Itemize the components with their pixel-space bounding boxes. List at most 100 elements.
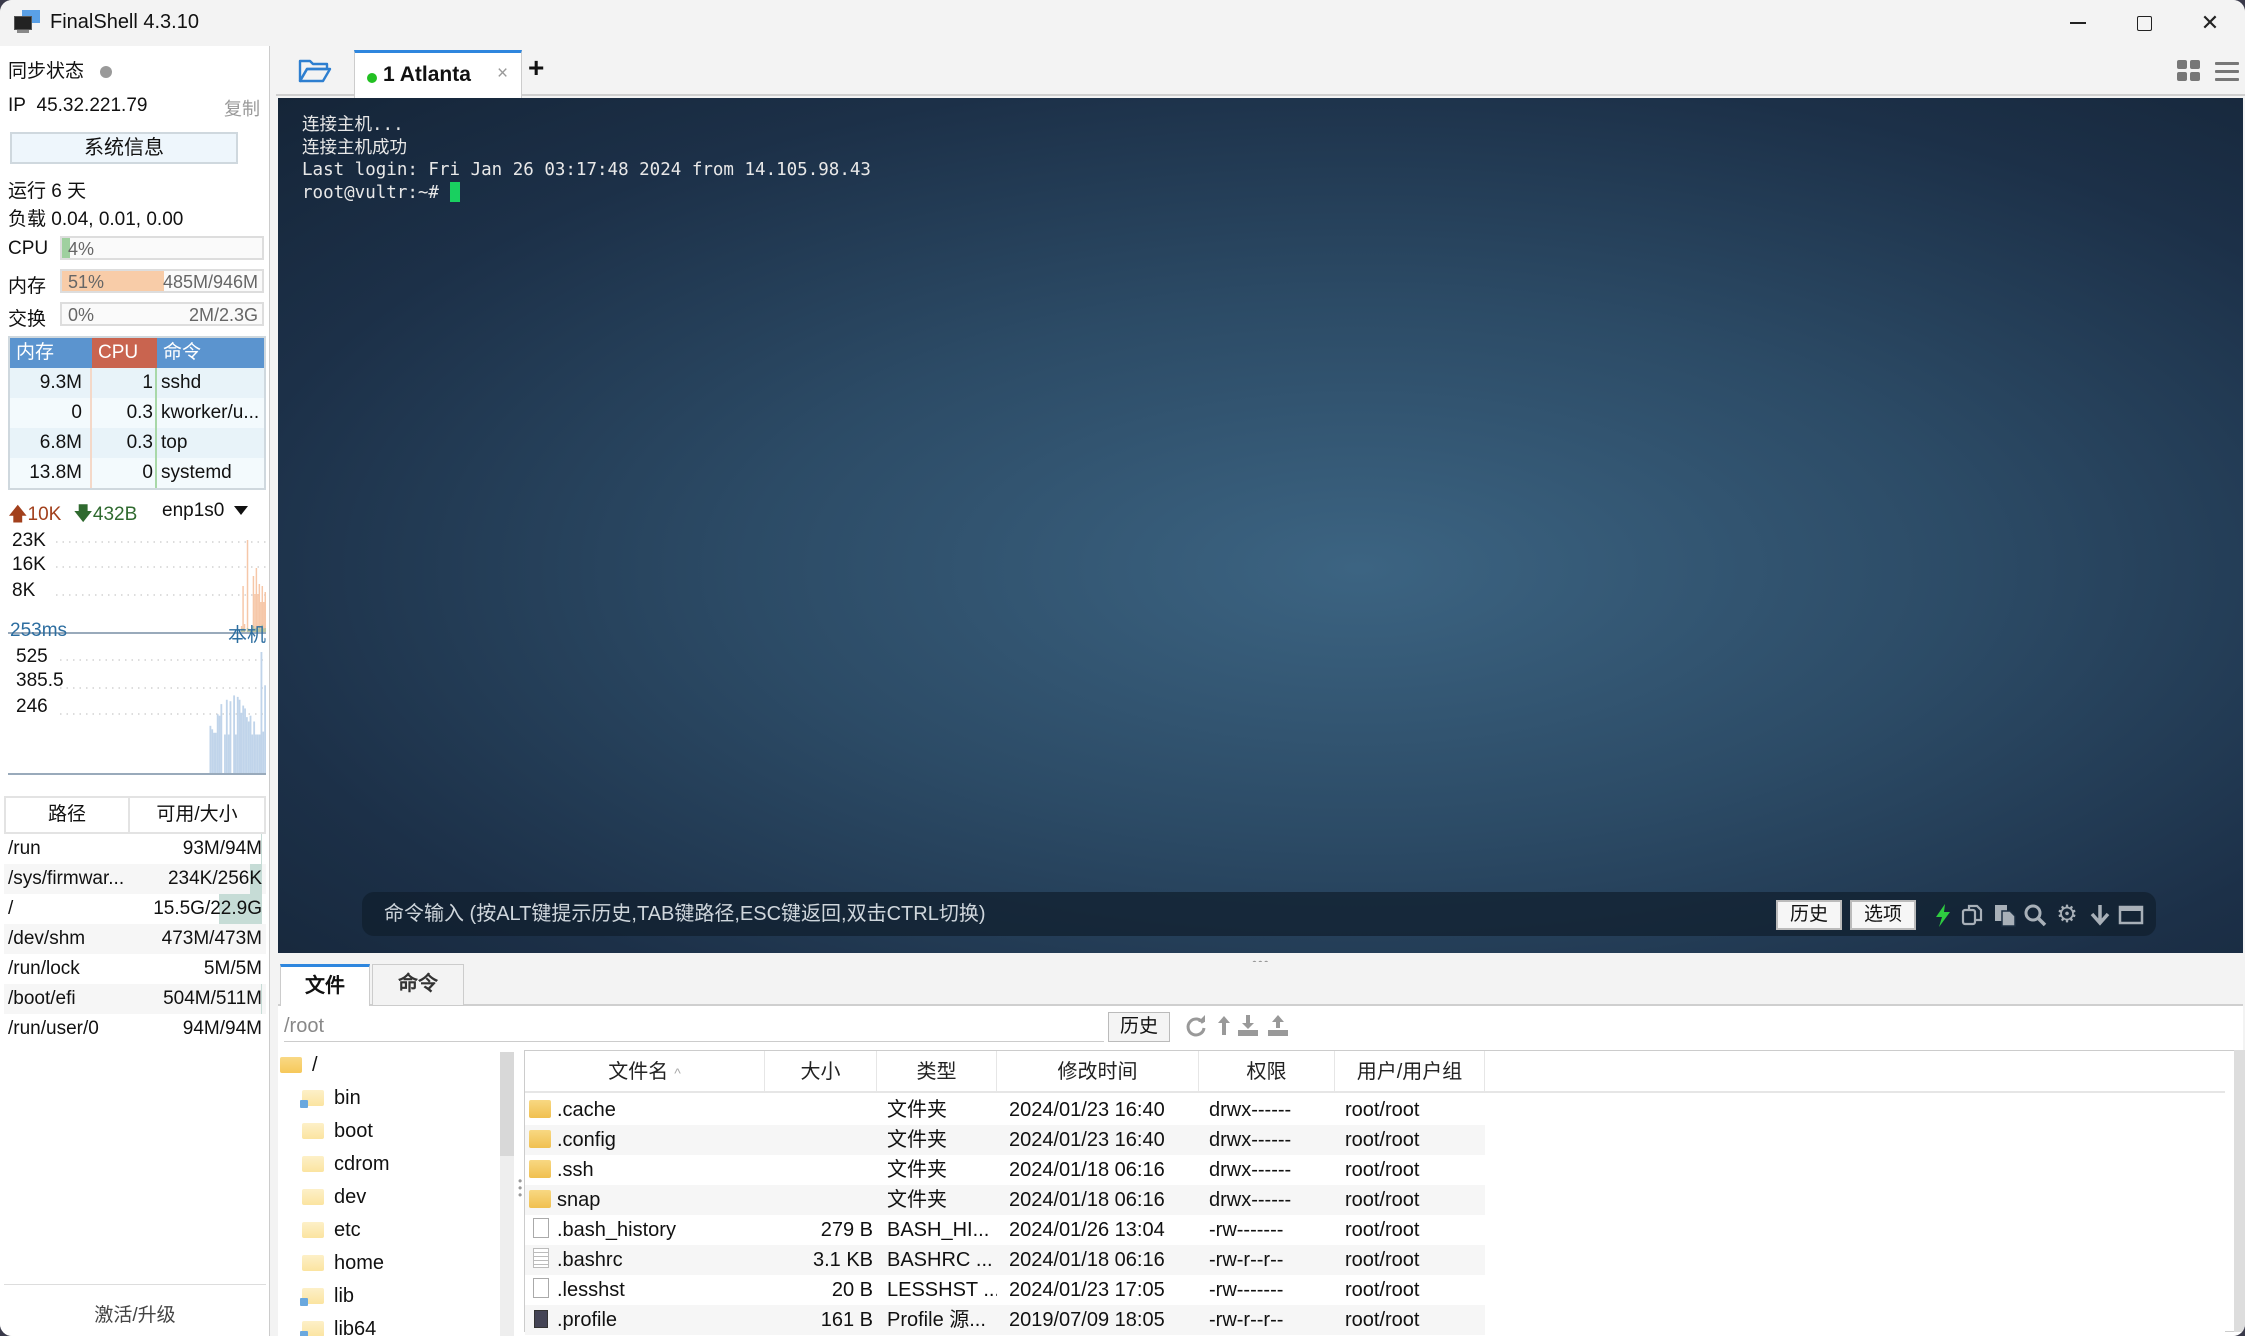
latency-bar xyxy=(262,731,265,773)
tree-item[interactable]: bin xyxy=(300,1083,361,1113)
tab-commands[interactable]: 命令 xyxy=(372,964,464,1006)
open-folder-icon[interactable] xyxy=(298,58,332,84)
process-row[interactable]: 0 0.3 kworker/u... xyxy=(10,398,264,428)
latency-bar xyxy=(264,685,266,773)
file-list-scrollbar[interactable] xyxy=(2234,1050,2245,1332)
disk-row[interactable]: /dev/shm 473M/473M xyxy=(4,924,266,954)
disk-row[interactable]: / 15.5G/22.9G xyxy=(4,894,266,924)
file-type-text: BASH_HI... xyxy=(887,1219,990,1241)
maximize-panel-icon[interactable] xyxy=(2118,902,2144,928)
process-row[interactable]: 9.3M 1 sshd xyxy=(10,368,264,398)
tree-item[interactable]: boot xyxy=(302,1116,373,1146)
process-header-memory[interactable]: 内存 xyxy=(10,338,92,368)
file-row[interactable]: .profile 161 B Profile 源... 2019/07/09 18:0… xyxy=(525,1305,2225,1335)
tree-item[interactable]: cdrom xyxy=(302,1149,390,1179)
close-button[interactable]: ✕ xyxy=(2177,0,2243,46)
disk-header-path[interactable]: 路径 xyxy=(6,798,130,832)
tree-item[interactable]: home xyxy=(302,1248,384,1278)
process-cpu: 0.3 xyxy=(92,428,157,458)
column-header-type[interactable]: 类型 xyxy=(877,1051,997,1093)
cpu-meter: 4% xyxy=(60,236,264,260)
memory-percent: 51% xyxy=(68,272,105,292)
copy-icon[interactable] xyxy=(1960,902,1986,928)
column-header-mtime[interactable]: 修改时间 xyxy=(997,1051,1199,1093)
file-row[interactable]: .bash_history 279 B BASH_HI... 2024/01/26 1… xyxy=(525,1215,2225,1245)
tab-files[interactable]: 文件 xyxy=(280,964,370,1006)
tree-splitter-handle[interactable]: • • • xyxy=(518,1175,522,1201)
ip-row: IP 45.32.221.79 xyxy=(8,95,147,117)
file-owner: root/root xyxy=(1345,1275,1485,1305)
path-input[interactable] xyxy=(284,1012,1104,1042)
tree-item[interactable]: / xyxy=(280,1050,318,1080)
tree-item[interactable]: dev xyxy=(302,1182,366,1212)
command-history-button[interactable]: 历史 xyxy=(1776,900,1842,930)
system-info-button[interactable]: 系统信息 xyxy=(10,132,238,164)
dropdown-arrow-icon xyxy=(234,506,249,516)
file-owner-text: root/root xyxy=(1345,1309,1420,1331)
tree-item[interactable]: lib64 xyxy=(300,1314,376,1336)
column-header-size[interactable]: 大小 xyxy=(765,1051,877,1093)
file-name-text: .config xyxy=(557,1129,616,1151)
tree-item-label: dev xyxy=(334,1186,367,1208)
column-header-name[interactable]: 文件名 ^ xyxy=(525,1051,765,1093)
download-icon[interactable] xyxy=(1236,1014,1260,1038)
tree-item[interactable]: lib xyxy=(300,1281,354,1311)
disk-row[interactable]: /run/lock 5M/5M xyxy=(4,954,266,984)
process-row[interactable]: 6.8M 0.3 top xyxy=(10,428,264,458)
file-size: 279 B xyxy=(769,1215,873,1245)
file-row[interactable]: snap 文件夹 2024/01/18 06:16 drwx------ root/ro… xyxy=(525,1185,2225,1215)
disk-row[interactable]: /boot/efi 504M/511M xyxy=(4,984,266,1014)
session-tab[interactable]: 1 Atlanta × xyxy=(354,50,522,98)
close-tab-icon[interactable]: × xyxy=(497,63,508,85)
file-row[interactable]: .ssh 文件夹 2024/01/18 06:16 drwx------ root/ro… xyxy=(525,1155,2225,1185)
copy-ip-button[interactable]: 复制 xyxy=(224,95,260,121)
disk-row[interactable]: /sys/firmwar... 234K/256K xyxy=(4,864,266,894)
disk-row[interactable]: /run/user/0 94M/94M xyxy=(4,1014,266,1044)
file-row[interactable]: .lesshst 20 B LESSHST ... 2024/01/23 17:05 -… xyxy=(525,1275,2225,1305)
up-directory-icon[interactable] xyxy=(1212,1014,1236,1038)
file-owner: root/root xyxy=(1345,1095,1485,1125)
file-perm-text: -rw-r--r-- xyxy=(1209,1249,1284,1271)
terminal-prompt: root@vultr:~# xyxy=(302,182,450,203)
minimize-button[interactable] xyxy=(2045,0,2111,46)
maximize-button[interactable] xyxy=(2111,0,2177,46)
tree-item[interactable]: etc xyxy=(302,1215,361,1245)
process-header-command[interactable]: 命令 xyxy=(157,338,264,368)
command-options-button[interactable]: 选项 xyxy=(1850,900,1916,930)
download-arrow-icon[interactable] xyxy=(2087,902,2113,928)
new-tab-button[interactable]: + xyxy=(528,52,544,84)
disk-row[interactable]: /run 93M/94M xyxy=(4,834,266,864)
file-row[interactable]: .cache 文件夹 2024/01/23 16:40 drwx------ root/… xyxy=(525,1095,2225,1125)
tree-scrollbar-thumb[interactable] xyxy=(500,1052,514,1156)
file-perm-text: -rw-r--r-- xyxy=(1209,1309,1284,1331)
process-row[interactable]: 13.8M 0 systemd xyxy=(10,458,264,488)
menu-icon[interactable] xyxy=(2215,60,2239,82)
file-size: 3.1 KB xyxy=(769,1245,873,1275)
file-size-text: 3.1 KB xyxy=(812,1249,873,1271)
upload-icon[interactable] xyxy=(1266,1014,1290,1038)
activate-upgrade-link[interactable]: 激活/升级 xyxy=(0,1300,270,1327)
file-row[interactable]: .config 文件夹 2024/01/23 16:40 drwx------ root… xyxy=(525,1125,2225,1155)
disk-header-size[interactable]: 可用/大小 xyxy=(130,798,264,832)
terminal[interactable]: 连接主机... 连接主机成功 Last login: Fri Jan 26 03:1… xyxy=(278,98,2243,953)
column-header-owner[interactable]: 用户/用户组 xyxy=(1335,1051,1485,1093)
file-type-text: 文件夹 xyxy=(887,1099,947,1121)
latency-host-label[interactable]: 本机 xyxy=(228,620,266,647)
lightning-icon[interactable] xyxy=(1930,902,1956,928)
file-row[interactable]: .bashrc 3.1 KB BASHRC ... 2024/01/18 06:16 -… xyxy=(525,1245,2225,1275)
paste-icon[interactable] xyxy=(1992,902,2018,928)
command-input[interactable] xyxy=(384,892,1784,936)
upload-bar xyxy=(246,540,249,632)
path-history-button[interactable]: 历史 xyxy=(1108,1012,1170,1042)
latency-y-label: 525 xyxy=(16,646,48,667)
disk-path: /run/user/0 xyxy=(8,1018,99,1039)
process-header-cpu[interactable]: CPU xyxy=(92,338,157,368)
latency-chart: 525 385.5 246 xyxy=(8,646,266,778)
column-header-permissions[interactable]: 权限 xyxy=(1199,1051,1335,1093)
network-interface-select[interactable]: enp1s0 xyxy=(162,500,249,522)
refresh-icon[interactable] xyxy=(1184,1014,1208,1038)
tree-scrollbar[interactable] xyxy=(500,1052,514,1336)
search-icon[interactable] xyxy=(2022,902,2048,928)
grid-layout-icon[interactable] xyxy=(2177,60,2201,82)
gear-icon[interactable]: ⚙ xyxy=(2054,902,2080,928)
